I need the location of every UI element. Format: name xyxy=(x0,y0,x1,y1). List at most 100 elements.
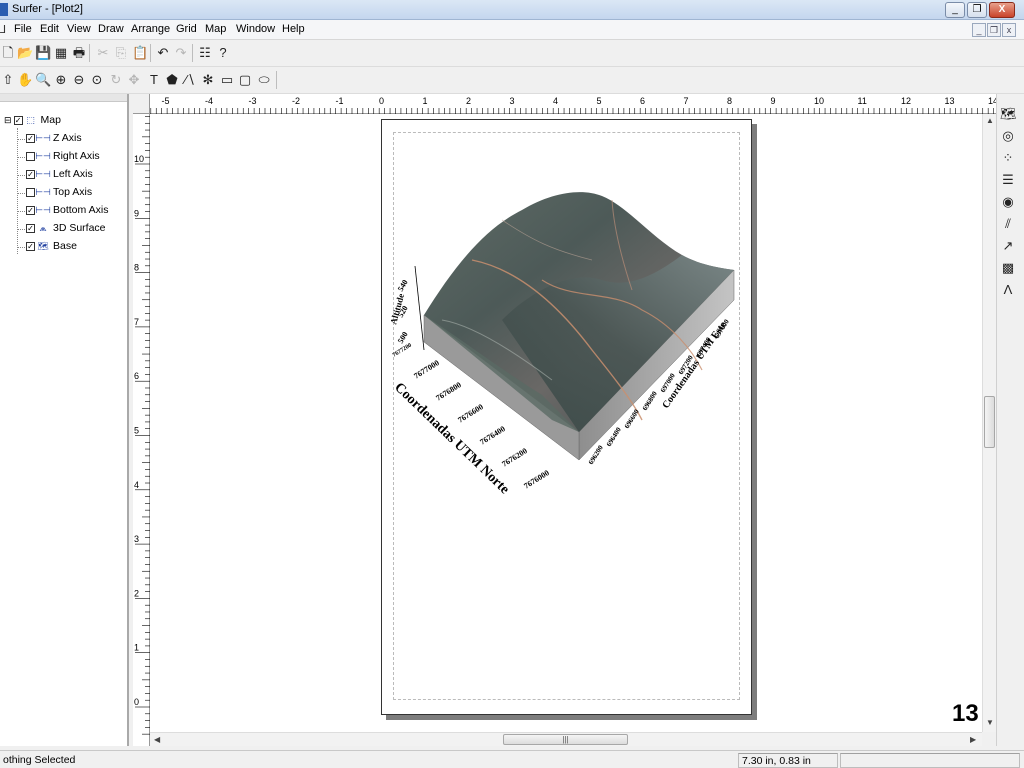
rotate-icon[interactable]: ↻ xyxy=(108,72,124,88)
help-pointer-icon[interactable]: ? xyxy=(215,45,231,61)
polyline-icon[interactable]: ∕∖ xyxy=(182,72,198,88)
ruler-label: 5 xyxy=(597,96,602,106)
horizontal-scrollbar[interactable]: ◀ ||| ▶ xyxy=(150,732,982,746)
scroll-right-icon[interactable]: ▶ xyxy=(970,735,976,744)
visibility-checkbox[interactable]: ✓ xyxy=(26,223,35,233)
surface-tool-icon[interactable]: Λ xyxy=(1000,282,1016,298)
undo-icon[interactable]: ↶ xyxy=(155,45,171,61)
paste-icon[interactable]: 📋 xyxy=(132,45,148,61)
menu-arrange[interactable]: Arrange xyxy=(131,23,170,35)
menu-draw[interactable]: Draw xyxy=(98,23,124,35)
vertical-scrollbar[interactable]: ▲ ▼ xyxy=(982,114,996,732)
tree-item-z-axis[interactable]: ✓⊢⊣ Z Axis xyxy=(26,132,82,146)
tree-item-top-axis[interactable]: ⊢⊣ Top Axis xyxy=(26,186,92,200)
shaded-relief-tool-icon[interactable]: ⫽ xyxy=(1000,216,1016,232)
mdi-close-button[interactable]: x xyxy=(1002,23,1016,37)
ruler-label: 2 xyxy=(134,588,139,598)
minimize-button[interactable]: _ xyxy=(945,2,965,18)
wireframe-tool-icon[interactable]: ▩ xyxy=(1000,260,1016,276)
menu-edit[interactable]: Edit xyxy=(40,23,59,35)
visibility-checkbox[interactable]: ✓ xyxy=(26,169,35,179)
visibility-checkbox[interactable] xyxy=(26,151,35,161)
base-map-tool-icon[interactable]: 🗺 xyxy=(1000,106,1017,122)
contour-map-tool-icon[interactable]: ◎ xyxy=(1000,128,1016,144)
mdi-minimize-button[interactable]: _ xyxy=(972,23,986,37)
document-icon[interactable]: ⅃ xyxy=(0,23,10,37)
rectangle-icon[interactable]: ▭ xyxy=(219,72,235,88)
visibility-checkbox[interactable] xyxy=(26,187,35,197)
zoom-in-icon[interactable]: ⊕ xyxy=(53,72,69,88)
tree-item-3d-surface[interactable]: ✓ ⩕ 3D Surface xyxy=(26,222,106,236)
object-manager-icon[interactable]: ☷ xyxy=(197,45,213,61)
scroll-left-icon[interactable]: ◀ xyxy=(154,735,160,744)
zoom-rect-icon[interactable]: 🔍 xyxy=(35,72,51,88)
close-button[interactable]: X xyxy=(989,2,1015,18)
rounded-rectangle-icon[interactable]: ▢ xyxy=(237,72,253,88)
menu-file[interactable]: File xyxy=(14,23,32,35)
ruler-label: 5 xyxy=(134,426,139,436)
horizontal-scroll-thumb[interactable]: ||| xyxy=(503,734,628,745)
redo-icon[interactable]: ↷ xyxy=(173,45,189,61)
plot-page[interactable]: Altitude 540 520 500 Coordenadas UTM Norte 76… xyxy=(381,119,752,715)
title-bar: Surfer - [Plot2] _ ❐ X xyxy=(0,0,1024,20)
table-icon[interactable]: ▦ xyxy=(53,45,69,61)
tree-item-left-axis[interactable]: ✓⊢⊣ Left Axis xyxy=(26,168,93,182)
drawing-toolbar: ⇧ ✋ 🔍 ⊕ ⊖ ⊙ ↻ ✥ T ⬟ ∕∖ ✻ ▭ ▢ ⬭ xyxy=(0,67,1024,94)
select-arrow-icon[interactable]: ⇧ xyxy=(0,72,16,88)
visibility-checkbox[interactable]: ✓ xyxy=(13,115,23,125)
classed-post-tool-icon[interactable]: ☰ xyxy=(1000,172,1016,188)
tree-connector xyxy=(17,247,25,248)
image-map-tool-icon[interactable]: ◉ xyxy=(1000,194,1016,210)
axis-icon: ⊢⊣ xyxy=(35,186,51,197)
tree-item-bottom-axis[interactable]: ✓⊢⊣ Bottom Axis xyxy=(26,204,108,218)
left-axis-tick-label: 7677000 xyxy=(412,358,441,380)
mdi-restore-button[interactable]: ❐ xyxy=(987,23,1001,37)
ellipse-icon[interactable]: ⬭ xyxy=(256,72,272,88)
visibility-checkbox[interactable]: ✓ xyxy=(26,133,35,143)
tree-item-label: 3D Surface xyxy=(53,222,106,235)
menu-window[interactable]: Window xyxy=(236,23,275,35)
pan-hand-icon[interactable]: ✋ xyxy=(17,72,33,88)
tree-item-base[interactable]: ✓ 🗺 Base xyxy=(26,240,77,254)
text-icon[interactable]: T xyxy=(146,72,162,88)
visibility-checkbox[interactable]: ✓ xyxy=(26,205,35,215)
menu-view[interactable]: View xyxy=(67,23,91,35)
zoom-out-icon[interactable]: ⊖ xyxy=(71,72,87,88)
status-message: othing Selected xyxy=(3,754,76,766)
ruler-label: 12 xyxy=(901,96,911,106)
reshape-icon[interactable]: ✥ xyxy=(126,72,142,88)
scroll-down-icon[interactable]: ▼ xyxy=(986,718,994,727)
vector-map-tool-icon[interactable]: ↗ xyxy=(1000,238,1016,254)
tree-connector xyxy=(17,229,25,230)
tree-item-right-axis[interactable]: ⊢⊣ Right Axis xyxy=(26,150,100,164)
scroll-up-icon[interactable]: ▲ xyxy=(986,116,994,125)
surfer-app-icon[interactable] xyxy=(0,3,8,16)
zoom-fit-icon[interactable]: ⊙ xyxy=(89,72,105,88)
status-coordinates: 7.30 in, 0.83 in xyxy=(738,753,838,768)
window-title: Surfer - [Plot2] xyxy=(12,3,83,15)
axis-icon: ⊢⊣ xyxy=(35,204,51,215)
collapse-icon[interactable]: ⊟ xyxy=(4,115,12,125)
tree-connector xyxy=(17,211,25,212)
vertical-scroll-thumb[interactable] xyxy=(984,396,995,448)
cut-icon[interactable]: ✂ xyxy=(95,45,111,61)
menu-map[interactable]: Map xyxy=(205,23,226,35)
maximize-button[interactable]: ❐ xyxy=(967,2,987,18)
save-icon[interactable]: 💾 xyxy=(35,45,51,61)
menu-grid[interactable]: Grid xyxy=(176,23,197,35)
map-toolbar: 🗺 ◎ ⁘ ☰ ◉ ⫽ ↗ ▩ Λ xyxy=(996,94,1018,746)
copy-icon[interactable]: ⎘ xyxy=(113,45,129,61)
new-icon[interactable]: 🗋 xyxy=(0,45,16,61)
visibility-checkbox[interactable]: ✓ xyxy=(26,241,35,251)
polygon-icon[interactable]: ⬟ xyxy=(164,72,180,88)
print-icon[interactable]: 🖶 xyxy=(71,45,87,61)
tree-item-map[interactable]: ⊟ ✓ ⬚ Map xyxy=(4,114,61,128)
menu-help[interactable]: Help xyxy=(282,23,305,35)
symbol-icon[interactable]: ✻ xyxy=(200,72,216,88)
3d-surface-map[interactable]: Altitude540520500Coordenadas UTM Norte76… xyxy=(382,120,753,716)
post-map-tool-icon[interactable]: ⁘ xyxy=(1000,150,1016,166)
open-icon[interactable]: 📂 xyxy=(17,45,33,61)
toolbar-separator xyxy=(89,44,90,62)
ruler-label: 9 xyxy=(771,96,776,106)
ruler-corner xyxy=(133,94,150,114)
